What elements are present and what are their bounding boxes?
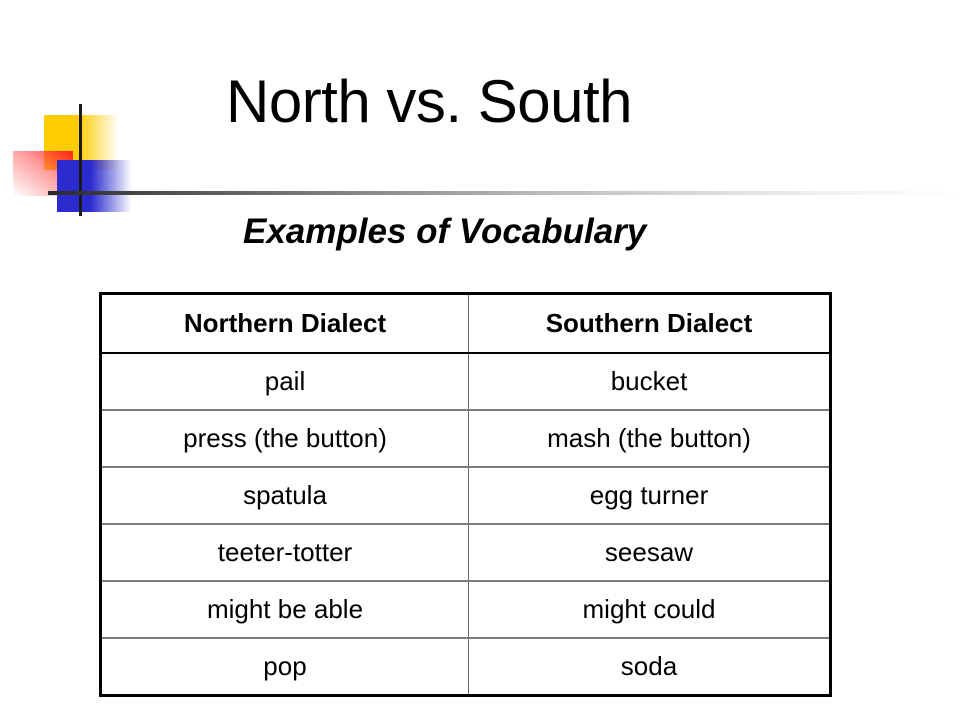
table-row: pail bucket xyxy=(100,353,831,410)
header-southern-dialect: Southern Dialect xyxy=(468,293,831,354)
table-header-row: Northern Dialect Southern Dialect xyxy=(100,293,831,354)
table-row: pop soda xyxy=(100,637,831,696)
southern-term: seesaw xyxy=(468,523,831,581)
northern-term: pop xyxy=(100,637,469,696)
table-row: might be able might could xyxy=(100,580,831,638)
northern-term: spatula xyxy=(100,466,469,524)
header-northern-dialect: Northern Dialect xyxy=(100,293,469,354)
southern-term: soda xyxy=(468,637,831,696)
northern-term: might be able xyxy=(100,580,469,638)
southern-term: bucket xyxy=(468,353,831,410)
table-row: spatula egg turner xyxy=(100,466,831,524)
vocabulary-table: Northern Dialect Southern Dialect pail b… xyxy=(99,292,832,697)
decorative-blue-square-icon xyxy=(57,160,132,212)
decorative-vertical-line xyxy=(79,104,82,216)
northern-term: pail xyxy=(100,353,469,410)
southern-term: might could xyxy=(468,580,831,638)
northern-term: press (the button) xyxy=(100,409,469,467)
table-row: teeter-totter seesaw xyxy=(100,523,831,581)
northern-term: teeter-totter xyxy=(100,523,469,581)
title-underline-rule xyxy=(48,191,960,195)
slide: North vs. South Examples of Vocabulary N… xyxy=(0,0,960,720)
slide-title: North vs. South xyxy=(226,68,633,135)
southern-term: mash (the button) xyxy=(468,409,831,467)
southern-term: egg turner xyxy=(468,466,831,524)
slide-subtitle: Examples of Vocabulary xyxy=(243,212,647,251)
table-row: press (the button) mash (the button) xyxy=(100,409,831,467)
